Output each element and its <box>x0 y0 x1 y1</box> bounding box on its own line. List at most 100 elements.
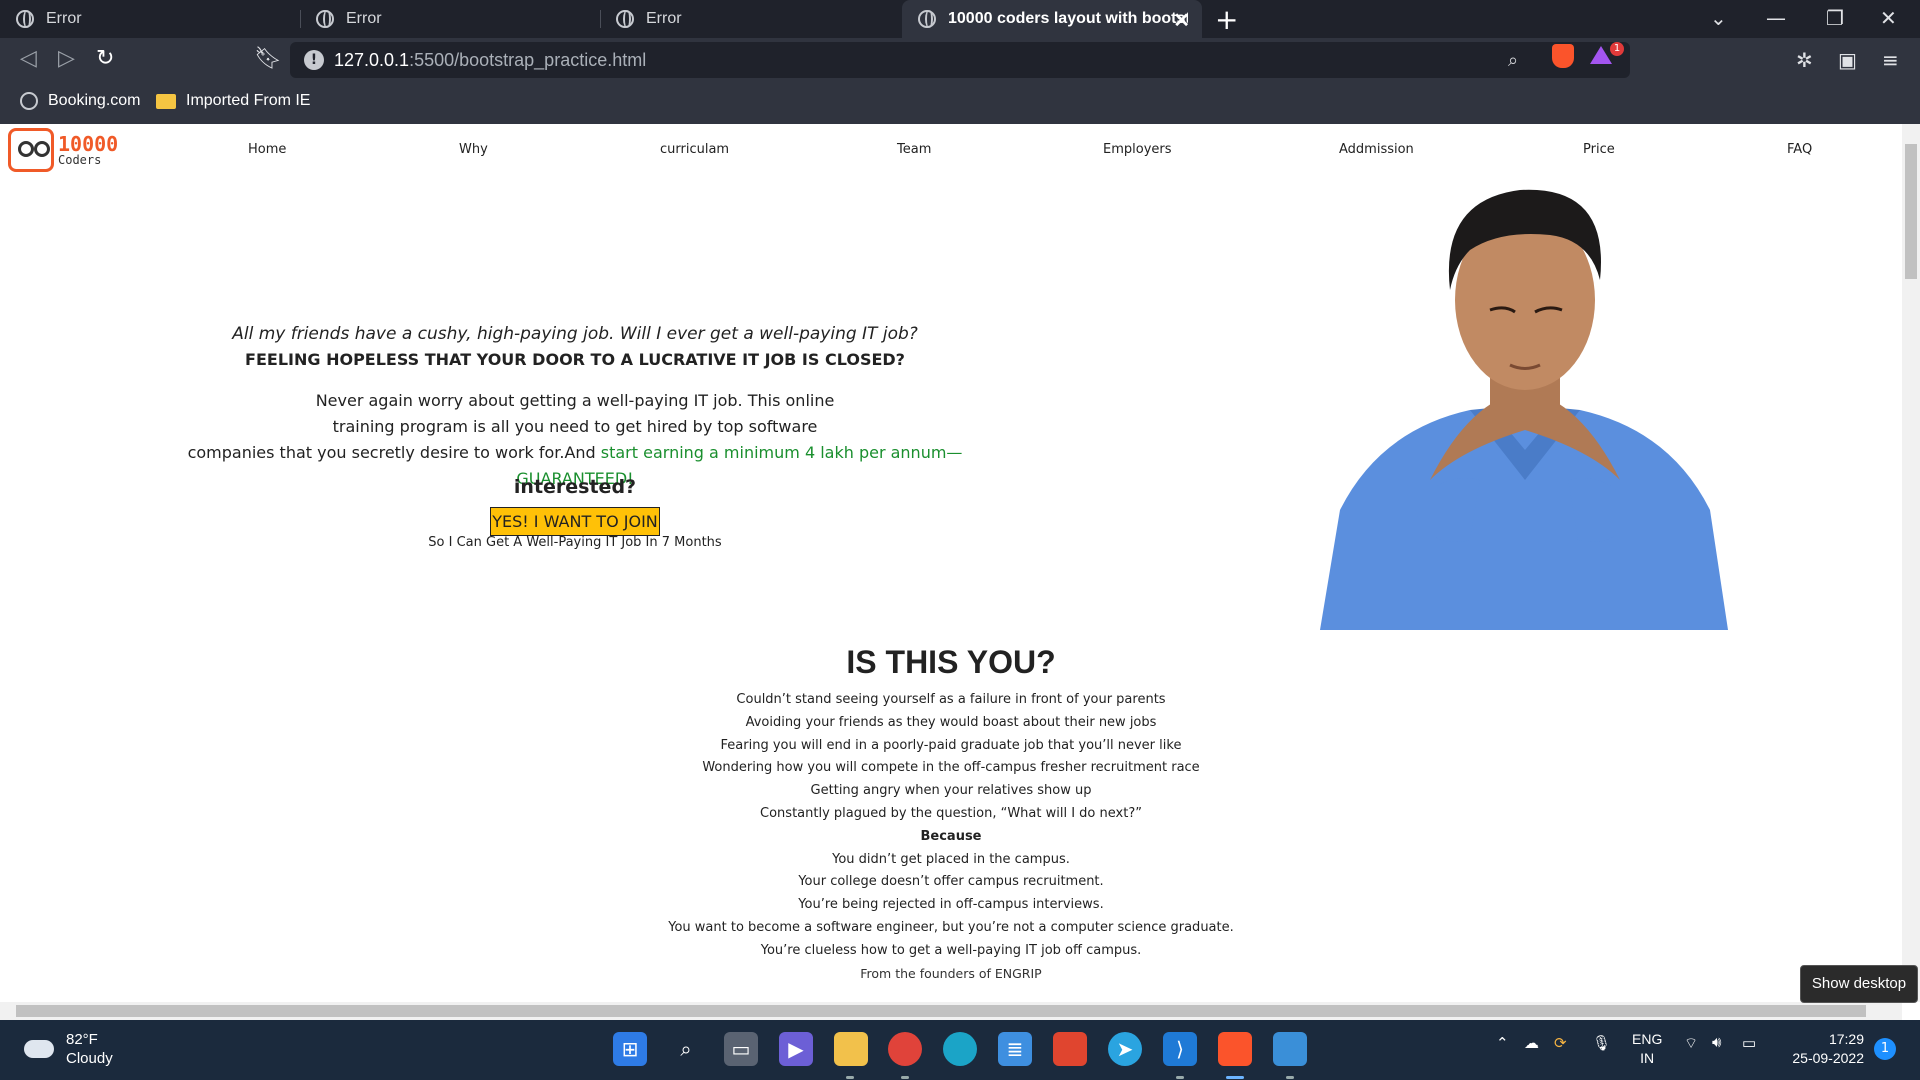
logo-number: 10000 <box>58 132 119 156</box>
battery-icon[interactable]: ▭ <box>1742 1034 1756 1052</box>
tab-error-2[interactable]: Error <box>300 0 600 38</box>
microphone-icon[interactable]: 🎙︎ <box>1592 1034 1611 1052</box>
brave-icon[interactable] <box>1218 1032 1252 1066</box>
join-subtext: So I Can Get A Well-Paying IT Job In 7 M… <box>428 535 722 550</box>
running-indicator <box>1286 1076 1294 1079</box>
new-tab-button[interactable]: + <box>1215 3 1238 36</box>
wifi-icon[interactable]: ⌔ <box>1684 1034 1698 1053</box>
url-path: :5500/bootstrap_practice.html <box>409 50 647 70</box>
address-bar[interactable]: ! 127.0.0.1:5500/bootstrap_practice.html… <box>290 42 1630 78</box>
clock[interactable]: 17:29 25-09-2022 <box>1782 1030 1864 1068</box>
nav-employers[interactable]: Employers <box>1103 142 1172 157</box>
onedrive-icon[interactable]: ☁ <box>1524 1034 1539 1052</box>
edge-icon[interactable] <box>943 1032 977 1066</box>
zoom-icon[interactable]: ⌕ <box>1508 50 1518 71</box>
photos-icon[interactable] <box>1273 1032 1307 1066</box>
globe-icon <box>918 10 936 28</box>
scrollbar-thumb[interactable] <box>16 1005 1866 1017</box>
reload-button[interactable]: ↻ <box>96 46 114 71</box>
show-desktop-tooltip: Show desktop <box>1800 965 1918 1003</box>
volume-icon[interactable]: 🔊︎ <box>1712 1034 1721 1051</box>
tab-title: Error <box>46 10 82 27</box>
weather-temp: 82°F <box>66 1031 98 1048</box>
start-icon[interactable]: ⊞ <box>613 1032 647 1066</box>
notepad-icon[interactable]: ≣ <box>998 1032 1032 1066</box>
windows-taskbar: 82°F Cloudy ⊞ ⌕ ▭ ▶ ≣ ➤ ⟩ ⌃ ☁ ⟳ 🎙︎ ENG I… <box>0 1020 1920 1080</box>
tab-title: Error <box>346 10 382 27</box>
nav-addmission[interactable]: Addmission <box>1339 142 1414 157</box>
tab-strip: Error Error Error 10000 coders layout wi… <box>0 0 1920 38</box>
nav-why[interactable]: Why <box>459 142 488 157</box>
date: 25-09-2022 <box>1792 1050 1864 1066</box>
hero-headline: FEELING HOPELESS THAT YOUR DOOR TO A LUC… <box>245 350 905 369</box>
brave-shields-icon[interactable] <box>1552 44 1574 68</box>
chrome-icon[interactable] <box>888 1032 922 1066</box>
restore-button[interactable]: ❐ <box>1826 6 1844 30</box>
nav-faq[interactable]: FAQ <box>1787 142 1812 157</box>
tab-error-1[interactable]: Error <box>0 0 300 38</box>
interested-heading: interested? <box>513 476 637 498</box>
bookmark-imported-folder[interactable]: Imported From IE <box>156 92 310 110</box>
horizontal-scrollbar[interactable] <box>0 1002 1902 1020</box>
bookmark-booking[interactable]: Booking.com <box>20 92 141 110</box>
running-indicator <box>1176 1076 1184 1079</box>
forward-button[interactable]: ▷ <box>58 46 75 71</box>
bookmarks-bar: Booking.com Imported From IE <box>0 82 1920 124</box>
list-item: Getting angry when your relatives show u… <box>810 783 1092 799</box>
minimize-button[interactable]: — <box>1766 6 1786 30</box>
close-tab-icon[interactable]: ✕ <box>1173 8 1190 33</box>
browser-window: Error Error Error 10000 coders layout wi… <box>0 0 1920 1080</box>
tab-title: 10000 coders layout with bootstra <box>948 10 1188 27</box>
task-view-icon[interactable]: ▭ <box>724 1032 758 1066</box>
scrollbar-thumb[interactable] <box>1905 144 1917 279</box>
nav-curriculam[interactable]: curriculam <box>660 142 729 157</box>
bookmark-icon[interactable]: 🔖︎ <box>254 46 282 71</box>
close-window-button[interactable]: ✕ <box>1880 6 1897 30</box>
weather-widget[interactable]: 82°F Cloudy <box>24 1030 113 1068</box>
brave-rewards-icon[interactable] <box>1590 46 1612 64</box>
active-indicator <box>1226 1076 1244 1079</box>
chevron-up-icon[interactable]: ⌃ <box>1496 1034 1509 1052</box>
back-button[interactable]: ◁ <box>20 46 37 71</box>
menu-icon[interactable]: ≡ <box>1882 48 1899 72</box>
office-icon[interactable] <box>1053 1032 1087 1066</box>
nav-price[interactable]: Price <box>1583 142 1615 157</box>
founders-note: From the founders of ENGRIP <box>860 965 1042 981</box>
telegram-icon[interactable]: ➤ <box>1108 1032 1142 1066</box>
vertical-scrollbar[interactable] <box>1902 124 1920 1002</box>
nav-team[interactable]: Team <box>897 142 931 157</box>
tab-active[interactable]: 10000 coders layout with bootstra ✕ <box>902 0 1202 38</box>
chat-icon[interactable]: ▶ <box>779 1032 813 1066</box>
globe-icon <box>616 10 634 28</box>
vscode-icon[interactable]: ⟩ <box>1163 1032 1197 1066</box>
globe-icon <box>16 10 34 28</box>
browser-toolbar: ◁ ▷ ↻ 🔖︎ ! 127.0.0.1:5500/bootstrap_prac… <box>0 38 1920 82</box>
wallet-icon[interactable]: ▣ <box>1838 48 1857 72</box>
hero-body-line: Never again worry about getting a well-p… <box>315 391 835 410</box>
search-icon[interactable]: ⌕ <box>669 1032 703 1066</box>
site-info-icon[interactable]: ! <box>304 50 324 70</box>
pain-points-list: Couldn’t stand seeing yourself as a fail… <box>0 689 1902 985</box>
list-item: You’re being rejected in off-campus inte… <box>798 897 1104 913</box>
bookmark-label: Booking.com <box>48 92 141 109</box>
list-item: Avoiding your friends as they would boas… <box>745 714 1157 730</box>
hero-body-line: training program is all you need to get … <box>332 417 818 436</box>
language-indicator[interactable]: ENG IN <box>1632 1030 1662 1068</box>
extensions-icon[interactable]: ✲ <box>1796 48 1813 72</box>
bookmark-label: Imported From IE <box>186 92 311 109</box>
file-explorer-icon[interactable] <box>834 1032 868 1066</box>
list-item: Your college doesn’t offer campus recrui… <box>798 874 1104 890</box>
tab-search-chevron-icon[interactable]: ⌄ <box>1710 6 1727 30</box>
time: 17:29 <box>1828 1031 1864 1047</box>
url-text: 127.0.0.1:5500/bootstrap_practice.html <box>334 50 646 71</box>
site-logo[interactable]: 10000 Coders <box>8 128 118 172</box>
sync-icon[interactable]: ⟳ <box>1554 1034 1567 1052</box>
cloud-icon <box>24 1040 54 1058</box>
notification-badge[interactable]: 1 <box>1874 1038 1896 1060</box>
list-item: Wondering how you will compete in the of… <box>702 760 1200 776</box>
tab-error-3[interactable]: Error <box>600 0 900 38</box>
join-button[interactable]: YES! I WANT TO JOIN <box>490 507 660 536</box>
nav-home[interactable]: Home <box>248 142 286 157</box>
hero-body-text: companies that you secretly desire to wo… <box>187 443 601 462</box>
list-item: Fearing you will end in a poorly-paid gr… <box>720 737 1182 753</box>
